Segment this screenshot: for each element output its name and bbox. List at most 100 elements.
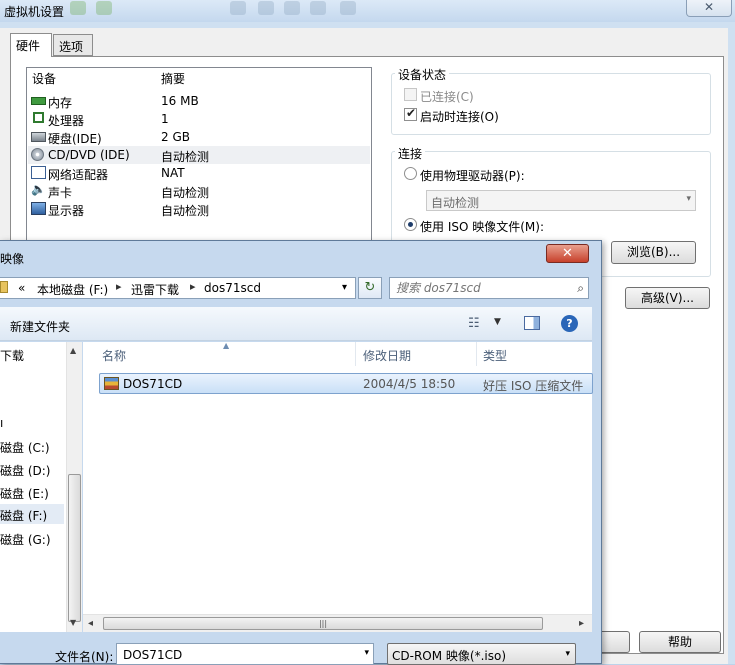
tab-options[interactable]: 选项	[53, 34, 93, 56]
help-button[interactable]: 帮助	[639, 631, 721, 653]
device-name: 声卡	[48, 186, 73, 200]
refresh-icon: ↻	[364, 280, 376, 295]
dialog-close-button[interactable]: ✕	[546, 244, 589, 263]
device-name: 内存	[48, 96, 73, 110]
scroll-left-icon[interactable]: ◂	[88, 618, 93, 629]
connection-title: 连接	[395, 145, 426, 162]
view-dropdown-icon[interactable]: ▼	[494, 317, 501, 327]
device-summary: NAT	[161, 166, 185, 180]
file-row[interactable]: DOS71CD 2004/4/5 18:50 好压 ISO 压缩文件	[99, 373, 593, 394]
processor-icon	[33, 112, 44, 123]
folder-icon	[0, 281, 8, 293]
device-summary: 2 GB	[161, 130, 190, 144]
column-header-type[interactable]: 类型	[483, 347, 507, 364]
filename-input[interactable]	[121, 647, 351, 663]
chevron-down-icon[interactable]: ▾	[364, 648, 369, 658]
physical-drive-select[interactable]: 自动检测 ▾	[426, 190, 696, 211]
scrollbar-thumb[interactable]	[68, 474, 81, 622]
file-type-filter-select[interactable]: CD-ROM 映像(*.iso) ▾	[387, 643, 576, 665]
close-button[interactable]: ✕	[686, 0, 732, 17]
iso-image-radio[interactable]	[404, 218, 417, 231]
view-options-icon[interactable]: ☷	[468, 316, 480, 331]
search-box[interactable]: ⌕	[389, 277, 589, 299]
radio-selected-dot	[408, 222, 413, 227]
connect-at-power-on-checkbox[interactable]: ✔	[404, 106, 417, 121]
help-icon[interactable]: ?	[561, 315, 578, 332]
column-header-device[interactable]: 设备	[32, 70, 56, 87]
toolbar-icon	[258, 1, 274, 15]
device-name: 网络适配器	[48, 168, 109, 182]
device-row-harddisk[interactable]: 硬盘(IDE) 2 GB	[28, 128, 370, 146]
device-summary: 自动检测	[161, 204, 210, 218]
network-icon	[31, 166, 46, 179]
device-row-sound[interactable]: 🔈 声卡 自动检测	[28, 182, 370, 200]
sort-ascending-icon: ▲	[223, 341, 230, 350]
connect-at-power-on-label: 启动时连接(O)	[420, 110, 499, 124]
nav-item-drive-f[interactable]: 磁盘 (F:)	[0, 504, 64, 524]
address-dropdown-icon[interactable]: ▾	[342, 282, 347, 293]
device-status-title: 设备状态	[395, 66, 450, 83]
breadcrumb-item-drive[interactable]: 本地磁盘 (F:)	[37, 281, 108, 298]
column-header-name[interactable]: 名称	[102, 347, 126, 364]
nav-item-computer[interactable]: ı	[0, 413, 64, 433]
breadcrumb-item-folder[interactable]: 迅雷下载	[131, 281, 179, 298]
nav-pane-scrollbar[interactable]: ▲ ▼	[66, 342, 82, 632]
monitor-icon	[31, 202, 46, 215]
nav-item-drive-g[interactable]: 磁盘 (G:)	[0, 528, 64, 548]
cdrom-icon	[31, 148, 44, 161]
device-row-processor[interactable]: 处理器 1	[28, 110, 370, 128]
physical-drive-radio[interactable]	[404, 167, 417, 180]
address-bar[interactable]: « 本地磁盘 (F:) ▸ 迅雷下载 ▸ dos71scd ▾	[0, 277, 356, 299]
device-name: 处理器	[48, 114, 85, 128]
chevron-down-icon: ▾	[686, 194, 691, 204]
search-input[interactable]	[394, 280, 564, 296]
scroll-right-icon[interactable]: ▸	[579, 618, 584, 629]
preview-pane-icon[interactable]	[524, 316, 540, 330]
scroll-down-icon[interactable]: ▼	[70, 618, 76, 627]
refresh-button[interactable]: ↻	[358, 277, 382, 299]
horizontal-scrollbar[interactable]: ◂ ||| ▸	[83, 614, 592, 632]
scrollbar-grip-icon: |||	[318, 619, 328, 628]
breadcrumb-separator-icon[interactable]: ▸	[116, 280, 122, 293]
device-row-network[interactable]: 网络适配器 NAT	[28, 164, 370, 182]
connected-checkbox[interactable]	[404, 88, 417, 101]
device-row-cddvd[interactable]: CD/DVD (IDE) 自动检测	[28, 146, 370, 164]
device-summary: 16 MB	[161, 94, 199, 108]
ok-button[interactable]	[598, 631, 630, 653]
tab-hardware[interactable]: 硬件	[10, 33, 52, 57]
column-divider[interactable]	[355, 342, 356, 366]
device-row-memory[interactable]: 内存 16 MB	[28, 92, 370, 110]
window-title: 虚拟机设置	[4, 5, 65, 19]
scroll-up-icon[interactable]: ▲	[70, 346, 76, 355]
filename-combobox[interactable]: ▾	[116, 643, 374, 665]
device-name: 硬盘(IDE)	[48, 132, 102, 146]
breadcrumb-separator-icon[interactable]: ▸	[190, 280, 196, 293]
nav-item-drive-d[interactable]: 磁盘 (D:)	[0, 459, 64, 479]
harddisk-icon	[31, 132, 46, 142]
toolbar-icon	[284, 1, 300, 15]
column-header-summary[interactable]: 摘要	[161, 70, 185, 87]
advanced-button[interactable]: 高级(V)...	[625, 287, 710, 309]
nav-item-drive-e[interactable]: 磁盘 (E:)	[0, 482, 64, 502]
column-divider[interactable]	[476, 342, 477, 366]
connected-label: 已连接(C)	[420, 90, 474, 104]
nav-item-downloads[interactable]: 下载	[0, 344, 64, 364]
new-folder-button[interactable]: 新建文件夹	[10, 318, 70, 335]
device-name: CD/DVD (IDE)	[48, 148, 130, 162]
file-name: DOS71CD	[123, 377, 183, 391]
breadcrumb-back[interactable]: «	[18, 281, 25, 295]
column-header-date[interactable]: 修改日期	[363, 347, 411, 364]
scrollbar-thumb[interactable]: |||	[103, 617, 543, 630]
file-date: 2004/4/5 18:50	[363, 377, 456, 391]
file-type-filter-value: CD-ROM 映像(*.iso)	[392, 649, 507, 663]
device-list: 设备 摘要 内存 16 MB 处理器 1 硬盘(IDE) 2 GB CD/DVD…	[26, 67, 372, 267]
device-name: 显示器	[48, 204, 85, 218]
device-row-display[interactable]: 显示器 自动检测	[28, 200, 370, 218]
search-icon[interactable]: ⌕	[577, 281, 584, 296]
breadcrumb-item-current[interactable]: dos71scd	[204, 281, 261, 295]
nav-item-drive-c[interactable]: 磁盘 (C:)	[0, 436, 64, 456]
physical-drive-label: 使用物理驱动器(P):	[420, 169, 525, 183]
browse-button[interactable]: 浏览(B)...	[611, 241, 696, 264]
checkmark-icon: ✔	[406, 106, 417, 120]
iso-image-label: 使用 ISO 映像文件(M):	[420, 220, 544, 234]
